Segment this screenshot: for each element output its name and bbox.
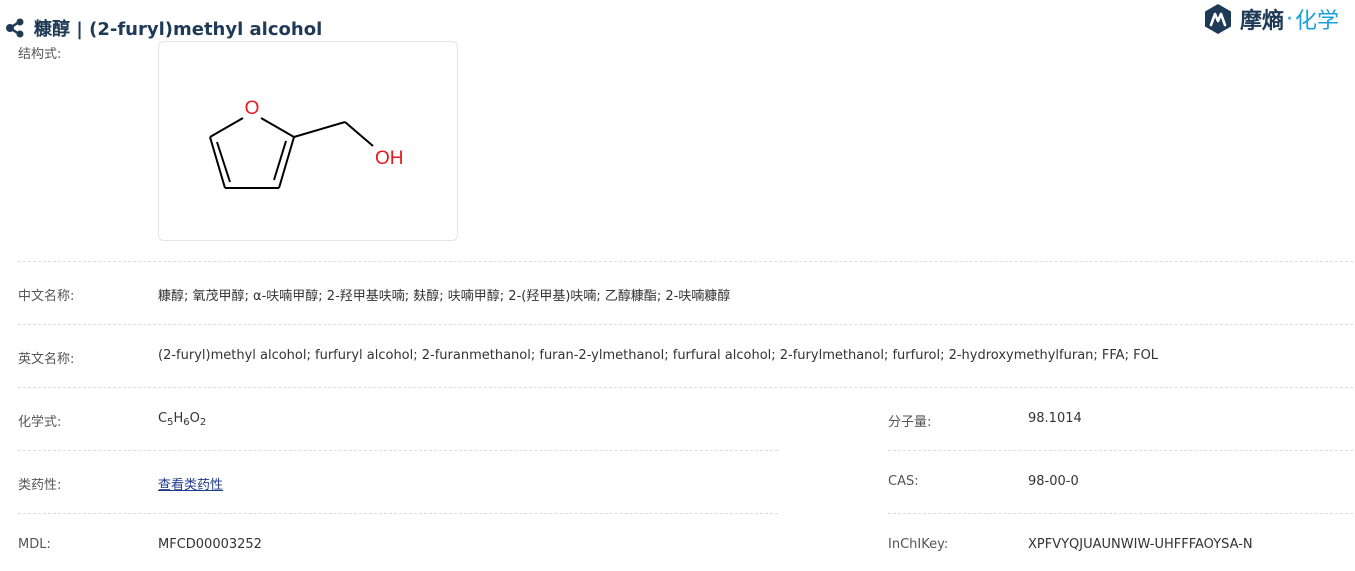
divider: [888, 450, 1353, 451]
divider: [18, 513, 778, 514]
chinese-names-label: 中文名称:: [18, 289, 75, 304]
brand-name-main: 摩熵: [1240, 9, 1285, 34]
molecule-icon: [6, 18, 24, 38]
formula-label: 化学式:: [18, 415, 62, 430]
atom-label-oh: OH: [375, 148, 404, 169]
structure-diagram: O OH: [209, 98, 404, 189]
divider: [18, 450, 778, 451]
divider: [18, 261, 1353, 262]
english-names-label: 英文名称:: [18, 352, 75, 367]
page-title: 糠醇 | (2-furyl)methyl alcohol: [34, 19, 323, 40]
bond-c3-c2: [278, 136, 295, 189]
divider: [18, 387, 1353, 388]
bond-c3-c2-double: [273, 140, 287, 181]
bond-c2-o: [260, 117, 295, 138]
bond-o-c5: [209, 117, 244, 138]
bond-c2-ch2: [293, 121, 346, 138]
mdl-value: MFCD00003252: [158, 537, 262, 552]
divider: [18, 324, 1353, 325]
molecular-weight-value: 98.1014: [1028, 411, 1082, 426]
formula-value: C5H6O2: [158, 411, 207, 428]
english-names-value: (2-furyl)methyl alcohol; furfuryl alcoho…: [158, 348, 1159, 363]
brand-logo-link[interactable]: 摩熵 · 化学: [1202, 2, 1339, 36]
bond-c5-c4-double: [216, 141, 231, 183]
inchikey-value: XPFVYQJUAUNWIW-UHFFFAOYSA-N: [1028, 537, 1253, 552]
brand-name-accent: 化学: [1295, 9, 1340, 34]
inchikey-label: InChIKey:: [888, 537, 949, 552]
druglikeness-label: 类药性:: [18, 478, 62, 493]
divider: [888, 513, 1353, 514]
molecular-weight-label: 分子量:: [888, 415, 932, 430]
cas-label: CAS:: [888, 474, 919, 489]
druglikeness-link[interactable]: 查看类药性: [158, 474, 223, 493]
brand-separator: ·: [1286, 6, 1294, 32]
title-bar: 糠醇 | (2-furyl)methyl alcohol: [4, 14, 331, 42]
structure-image-box[interactable]: O OH: [158, 41, 458, 241]
mdl-label: MDL:: [18, 537, 51, 552]
cas-value: 98-00-0: [1028, 474, 1079, 489]
brand-hexagon-icon: [1205, 4, 1231, 34]
bond-ch2-oh: [344, 121, 374, 147]
chinese-names-value: 糠醇; 氧茂甲醇; α-呋喃甲醇; 2-羟甲基呋喃; 麸醇; 呋喃甲醇; 2-(…: [158, 289, 731, 304]
atom-label-o: O: [245, 98, 260, 119]
